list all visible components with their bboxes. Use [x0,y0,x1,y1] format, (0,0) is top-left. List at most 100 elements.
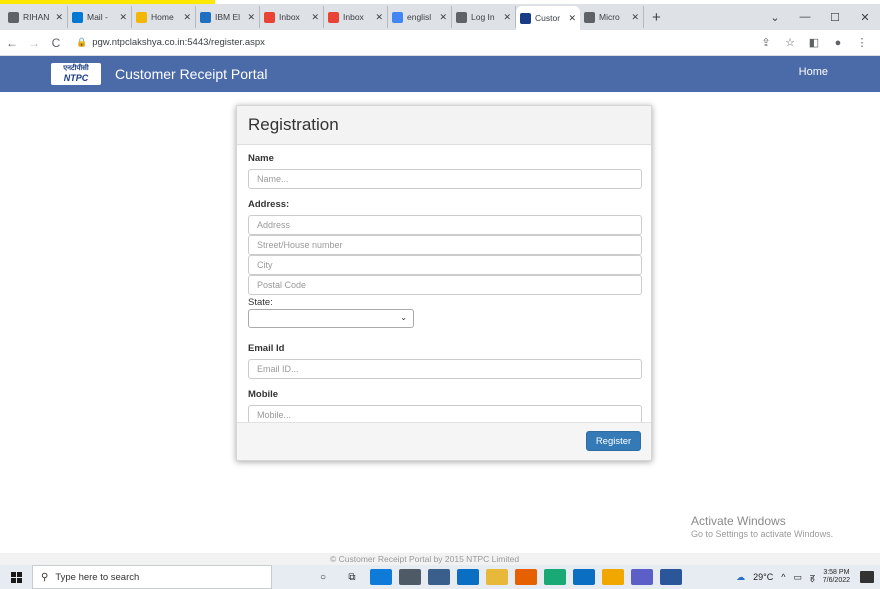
new-tab-button[interactable]: + [652,9,661,26]
browser-tab-label: Mail - [87,12,108,22]
browser-tab[interactable]: Custor ✕ [516,6,580,30]
address-placeholder: Address [257,220,291,230]
task-view-icon[interactable]: ⧉ [341,569,363,585]
tab-close-icon[interactable]: ✕ [503,12,511,23]
start-button[interactable] [0,565,32,589]
chrome-icon[interactable] [602,569,624,585]
store-icon[interactable] [428,569,450,585]
edge-icon[interactable] [370,569,392,585]
logo-english-text: NTPC [63,73,89,83]
page-footer: © Customer Receipt Portal by 2015 NTPC L… [0,553,880,565]
address-input[interactable]: Address [248,215,642,235]
home-favicon [136,11,147,23]
register-button[interactable]: Register [586,431,641,451]
notification-icon[interactable] [860,571,874,583]
cortana-icon[interactable]: ○ [312,569,334,585]
forward-icon[interactable]: → [24,36,44,50]
word-icon[interactable] [660,569,682,585]
network-icon[interactable]: ▭ [793,572,802,583]
file-explorer-icon[interactable] [486,569,508,585]
search-icon: ⚲ [41,571,49,583]
maximize-icon[interactable]: ☐ [820,11,850,24]
language-icon[interactable]: ह [810,571,815,584]
back-icon[interactable]: ← [2,36,22,50]
state-label: State: [248,297,273,308]
tab-close-icon[interactable]: ✕ [631,12,639,23]
browser-tab-label: Log In [471,12,495,22]
browser-tab-label: Inbox [279,12,300,22]
weather-icon[interactable]: ☁ [736,572,745,583]
address-bar: ← → C 🔒 pgw.ntpclakshya.co.in:5443/regis… [0,30,880,56]
street-input[interactable]: Street/House number [248,235,642,255]
chevron-up-icon[interactable]: ^ [781,572,785,582]
windows-taskbar: ⚲ Type here to search ○ ⧉ ☁ 29°C ^ ▭ ह 3:… [0,565,880,589]
browser-tab[interactable]: englisl ✕ [388,6,452,28]
tab-close-icon[interactable]: ✕ [55,12,63,23]
teams-icon[interactable] [631,569,653,585]
browser-tab[interactable]: Inbox ✕ [324,6,388,28]
profile-icon[interactable]: ● [826,37,850,49]
city-placeholder: City [257,260,273,270]
postal-placeholder: Postal Code [257,280,307,290]
share-icon[interactable]: ⇪ [754,36,778,49]
globe-icon [456,11,467,23]
dev-tool-icon[interactable] [544,569,566,585]
lock-icon[interactable]: 🔒 [76,37,87,48]
firefox-icon[interactable] [515,569,537,585]
postal-code-input[interactable]: Postal Code [248,275,642,295]
ntpc-logo[interactable]: एनटीपीसी NTPC [51,63,101,85]
site-title[interactable]: Customer Receipt Portal [115,66,268,82]
browser-tab[interactable]: Log In ✕ [452,6,516,28]
state-select[interactable]: ⌄ [248,309,414,328]
reload-icon[interactable]: C [46,36,66,50]
calculator-icon[interactable] [399,569,421,585]
activate-windows-subtitle: Go to Settings to activate Windows. [691,529,834,539]
registration-card: Registration Name Name... Address: Addre… [236,105,652,461]
mobile-label: Mobile [248,389,279,400]
portal-favicon [520,12,531,24]
browser-tab[interactable]: Mail - ✕ [68,6,132,28]
city-input[interactable]: City [248,255,642,275]
card-footer: Register [237,422,651,460]
browser-tab[interactable]: RIHAN ✕ [4,6,68,28]
mail-icon[interactable] [457,569,479,585]
taskbar-search-placeholder: Type here to search [55,571,140,583]
side-panel-icon[interactable]: ◧ [802,36,826,49]
activate-windows-title: Activate Windows [691,514,786,528]
browser-tab[interactable]: Micro ✕ [580,6,644,28]
system-tray: ☁ 29°C ^ ▭ ह 3:58 PM 7/6/2022 [736,565,880,589]
tab-close-icon[interactable]: ✕ [439,12,447,23]
logo-hindi-text: एनटीपीसी [63,65,89,72]
bookmark-star-icon[interactable]: ☆ [778,36,802,49]
tab-search-icon[interactable]: ⌄ [760,11,790,24]
tab-close-icon[interactable]: ✕ [568,13,576,24]
footer-text: © Customer Receipt Portal by 2015 NTPC L… [330,554,520,564]
registration-heading: Registration [237,106,651,145]
browser-tab-label: RIHAN [23,12,50,22]
nav-home-link[interactable]: Home [799,66,828,78]
menu-icon[interactable]: ⋮ [850,36,874,49]
browser-tab-label: Inbox [343,12,364,22]
chrome-icon [8,11,19,23]
outlook-icon[interactable] [573,569,595,585]
browser-tab[interactable]: Inbox ✕ [260,6,324,28]
email-input[interactable]: Email ID... [248,359,642,379]
clock[interactable]: 3:58 PM 7/6/2022 [823,569,850,585]
name-input[interactable]: Name... [248,169,642,189]
url-field[interactable]: 🔒 pgw.ntpclakshya.co.in:5443/register.as… [76,33,754,53]
tab-close-icon[interactable]: ✕ [247,12,255,23]
browser-tab[interactable]: Home ✕ [132,6,196,28]
taskbar-search-box[interactable]: ⚲ Type here to search [32,565,272,589]
taskbar-pinned-apps: ○ ⧉ [312,569,689,585]
chevron-down-icon: ⌄ [400,313,407,322]
tab-close-icon[interactable]: ✕ [119,12,127,23]
tab-close-icon[interactable]: ✕ [375,12,383,23]
outlook-icon [72,11,83,23]
close-icon[interactable]: ✕ [850,11,880,24]
window-controls: ⌄ — ☐ ✕ [760,4,880,30]
weather-temp[interactable]: 29°C [753,572,773,582]
tab-close-icon[interactable]: ✕ [183,12,191,23]
tab-close-icon[interactable]: ✕ [311,12,319,23]
minimize-icon[interactable]: — [790,11,820,23]
browser-tab[interactable]: IBM El ✕ [196,6,260,28]
